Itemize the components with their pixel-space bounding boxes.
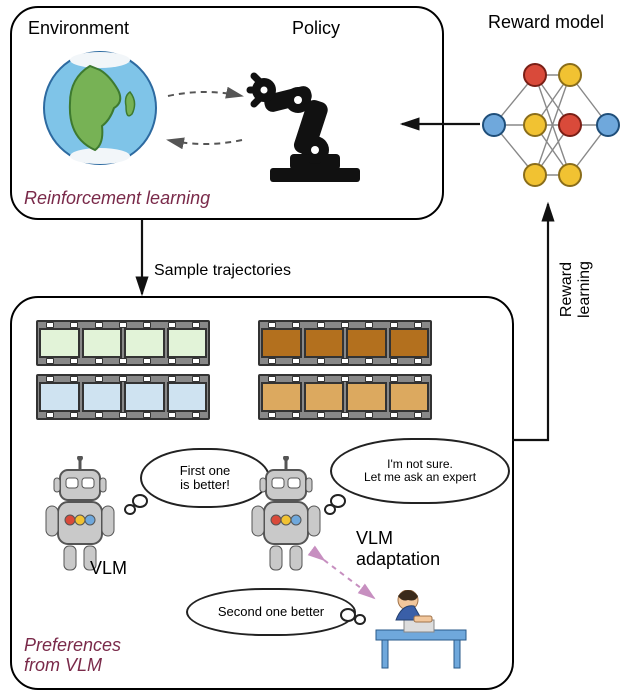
sample-trajectories-label: Sample trajectories [154, 262, 291, 280]
bubble-dot-icon [324, 504, 336, 515]
bubble-dot-icon [124, 504, 136, 515]
diagram-canvas: Environment Policy Reinforcement learnin… [0, 0, 638, 696]
trajectory-pair-right [258, 320, 432, 428]
vlm-label: VLM [90, 558, 127, 579]
bubble-text: First one is better! [180, 464, 231, 493]
filmstrip-icon [258, 320, 432, 366]
expert-bubble: Second one better [186, 588, 356, 636]
reinforcement-learning-caption: Reinforcement learning [24, 188, 210, 209]
reward-model-title: Reward model [488, 12, 604, 33]
text: learning [576, 261, 593, 318]
filmstrip-icon [36, 374, 210, 420]
bubble-text: I'm not sure. Let me ask an expert [364, 458, 476, 484]
expert-person-icon [356, 590, 486, 670]
text: adaptation [356, 549, 440, 569]
vlm-uncertain-robot-icon [246, 456, 326, 576]
neural-net-icon [480, 50, 620, 200]
policy-label: Policy [292, 18, 340, 39]
text: VLM [356, 528, 393, 548]
vlm-adaptation-label: VLM adaptation [356, 528, 440, 570]
vlm-unsure-bubble: I'm not sure. Let me ask an expert [330, 438, 510, 504]
bubble-text: Second one better [218, 605, 324, 619]
robot-arm-icon [240, 50, 380, 190]
filmstrip-icon [36, 320, 210, 366]
text: Preferences [24, 635, 121, 655]
trajectory-pair-left [36, 320, 210, 428]
filmstrip-icon [258, 374, 432, 420]
reward-learning-label: Reward learning [558, 261, 593, 318]
text: Reward [558, 262, 575, 317]
preferences-caption: Preferences from VLM [24, 636, 121, 676]
globe-icon [40, 48, 160, 168]
text: from VLM [24, 655, 102, 675]
environment-label: Environment [28, 18, 129, 39]
